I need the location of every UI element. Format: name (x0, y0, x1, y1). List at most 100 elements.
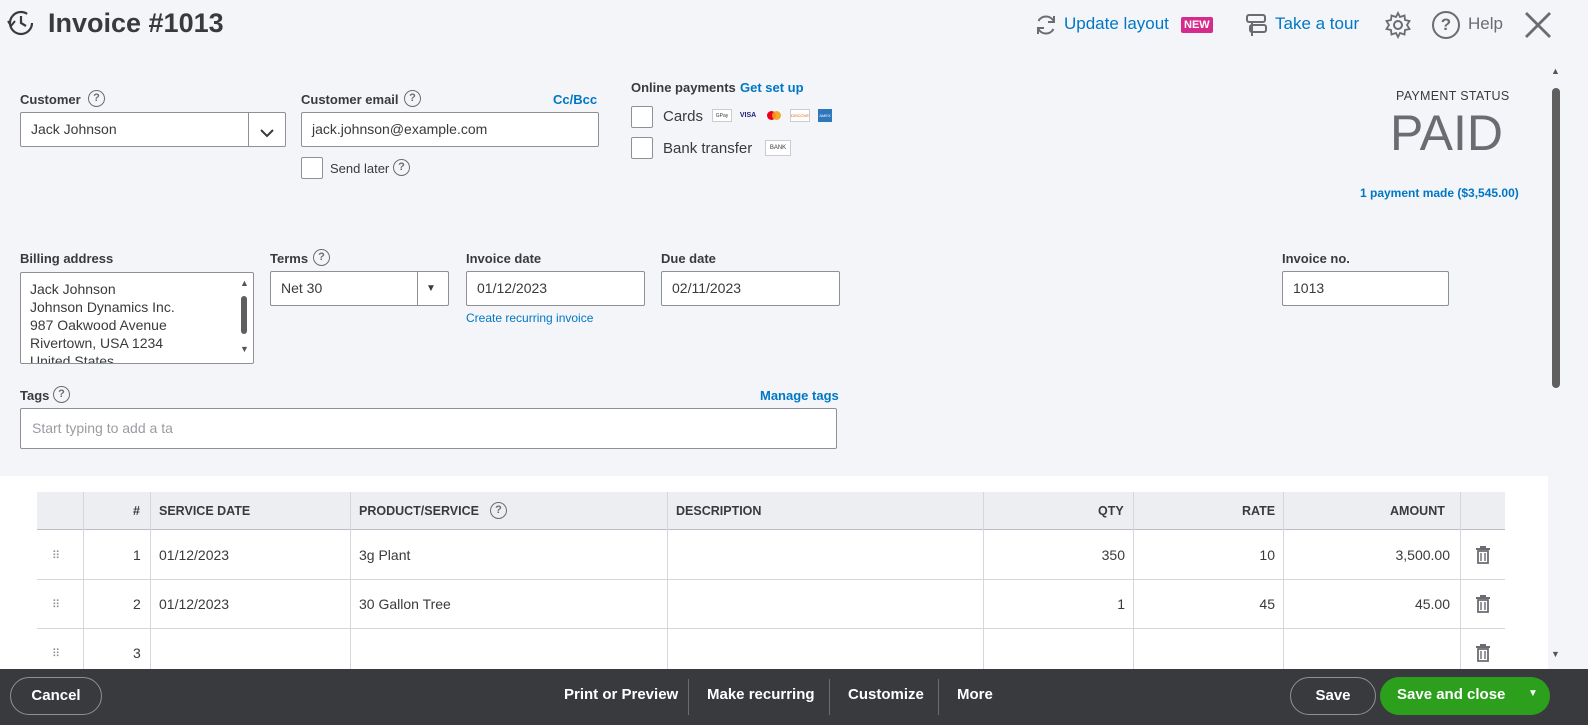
print-preview-button[interactable]: Print or Preview (564, 686, 678, 703)
row-rate[interactable]: 45 (1259, 596, 1275, 612)
billing-line: Rivertown, USA 1234 (30, 335, 164, 351)
col-divider (667, 492, 668, 669)
invoice-no-field[interactable]: 1013 (1282, 271, 1449, 306)
billing-address-label: Billing address (20, 251, 114, 266)
gpay-icon: GPay (712, 109, 732, 122)
send-later-checkbox[interactable] (301, 157, 323, 179)
footer-divider (688, 679, 689, 715)
terms-value: Net 30 (281, 280, 323, 296)
tags-label: Tags (20, 388, 50, 403)
scrollbar-thumb[interactable] (1552, 88, 1560, 388)
invoice-no-label: Invoice no. (1282, 251, 1350, 266)
tags-help-icon[interactable]: ? (53, 386, 70, 403)
customize-button[interactable]: Customize (848, 686, 924, 703)
email-help-icon[interactable]: ? (404, 90, 421, 107)
row-amount[interactable]: 45.00 (1415, 596, 1450, 612)
terms-label: Terms (270, 251, 309, 266)
close-icon[interactable] (1522, 9, 1554, 41)
terms-select[interactable]: Net 30 ▼ (270, 271, 449, 306)
footer-divider (829, 679, 830, 715)
row-service-date[interactable]: 01/12/2023 (159, 547, 229, 563)
visa-icon: VISA (739, 112, 757, 119)
email-field[interactable]: jack.johnson@example.com (301, 112, 599, 147)
payment-status-value: PAID (1390, 105, 1503, 161)
scrollbar-track[interactable]: ▲ ▼ (1548, 66, 1564, 666)
customer-select[interactable]: Jack Johnson (20, 112, 286, 147)
save-and-close-button[interactable]: Save and close ▼ (1380, 677, 1550, 715)
product-help-icon[interactable]: ? (490, 502, 507, 519)
chevron-down-icon[interactable] (257, 121, 277, 139)
help-icon[interactable]: ? (1432, 11, 1460, 39)
bank-transfer-checkbox[interactable] (631, 137, 653, 159)
refresh-icon[interactable] (1034, 13, 1058, 37)
cc-bcc-link[interactable]: Cc/Bcc (553, 92, 597, 107)
more-button[interactable]: More (957, 686, 993, 703)
row-product[interactable]: 3g Plant (359, 547, 410, 563)
col-divider (83, 492, 84, 669)
tour-icon[interactable] (1244, 12, 1270, 38)
customer-value: Jack Johnson (31, 121, 117, 137)
terms-help-icon[interactable]: ? (313, 249, 330, 266)
row-number: 1 (133, 547, 141, 563)
payment-status-label: PAYMENT STATUS (1396, 89, 1510, 103)
billing-address-field[interactable]: Jack Johnson Johnson Dynamics Inc. 987 O… (20, 272, 254, 364)
trash-icon[interactable] (1475, 546, 1491, 564)
row-qty[interactable]: 350 (1102, 547, 1125, 563)
drag-handle-icon[interactable]: ⠿ (52, 647, 60, 660)
save-and-close-label: Save and close (1397, 686, 1506, 703)
due-date-field[interactable]: 02/11/2023 (661, 271, 840, 306)
row-product[interactable]: 30 Gallon Tree (359, 596, 451, 612)
cancel-button[interactable]: Cancel (10, 677, 102, 715)
row-service-date[interactable]: 01/12/2023 (159, 596, 229, 612)
table-header: # SERVICE DATE PRODUCT/SERVICE ? DESCRIP… (37, 492, 1505, 530)
invoice-date-value: 01/12/2023 (477, 280, 548, 296)
col-divider (1133, 492, 1134, 669)
billing-line: United States (30, 353, 115, 364)
take-tour-link[interactable]: Take a tour (1275, 14, 1359, 34)
billing-scrollbar[interactable]: ▲ ▼ (238, 278, 250, 358)
payments-made-link[interactable]: 1 payment made ($3,545.00) (1360, 186, 1519, 200)
caret-down-icon[interactable]: ▼ (426, 272, 436, 305)
col-service-date: SERVICE DATE (159, 504, 251, 518)
gear-icon[interactable] (1384, 10, 1412, 40)
table-row[interactable]: ⠿ 1 01/12/2023 3g Plant 350 10 3,500.00 (37, 531, 1505, 580)
manage-tags-link[interactable]: Manage tags (760, 388, 839, 403)
trash-icon[interactable] (1475, 644, 1491, 662)
recent-transactions-icon[interactable] (6, 8, 36, 38)
trash-icon[interactable] (1475, 595, 1491, 613)
help-label[interactable]: Help (1468, 14, 1503, 34)
send-later-label: Send later (330, 161, 390, 176)
drag-handle-icon[interactable]: ⠿ (52, 598, 60, 611)
row-amount[interactable]: 3,500.00 (1396, 547, 1451, 563)
card-logos: GPay VISA DISCOVER AMEX (712, 109, 836, 123)
col-divider (983, 492, 984, 669)
cards-checkbox[interactable] (631, 106, 653, 128)
page-title: Invoice #1013 (48, 8, 224, 38)
caret-down-icon[interactable]: ▼ (1528, 688, 1538, 699)
customer-help-icon[interactable]: ? (88, 90, 105, 107)
save-button[interactable]: Save (1290, 677, 1376, 715)
table-row[interactable]: ⠿ 2 01/12/2023 30 Gallon Tree 1 45 45.00 (37, 580, 1505, 629)
invoice-date-field[interactable]: 01/12/2023 (466, 271, 645, 306)
create-recurring-link[interactable]: Create recurring invoice (466, 311, 593, 325)
billing-line: Johnson Dynamics Inc. (30, 299, 175, 315)
drag-handle-icon[interactable]: ⠿ (52, 549, 60, 562)
customer-email-label: Customer email (301, 92, 399, 107)
discover-icon: DISCOVER (790, 109, 810, 122)
row-qty[interactable]: 1 (1117, 596, 1125, 612)
line-items-table: # SERVICE DATE PRODUCT/SERVICE ? DESCRIP… (37, 492, 1505, 678)
update-layout-link[interactable]: Update layout (1064, 14, 1169, 34)
send-later-help-icon[interactable]: ? (393, 159, 410, 176)
new-badge: NEW (1181, 17, 1213, 33)
col-description: DESCRIPTION (676, 504, 762, 518)
col-divider (350, 492, 351, 669)
get-set-up-link[interactable]: Get set up (740, 80, 804, 95)
footer-bar: Cancel Print or Preview Make recurring C… (0, 669, 1588, 725)
mastercard-icon (764, 109, 784, 122)
row-number: 3 (133, 645, 141, 661)
bank-icon: BANK (765, 140, 791, 156)
col-qty: QTY (1098, 504, 1124, 518)
tags-input[interactable]: Start typing to add a ta (20, 408, 837, 449)
row-rate[interactable]: 10 (1259, 547, 1275, 563)
make-recurring-button[interactable]: Make recurring (707, 686, 815, 703)
